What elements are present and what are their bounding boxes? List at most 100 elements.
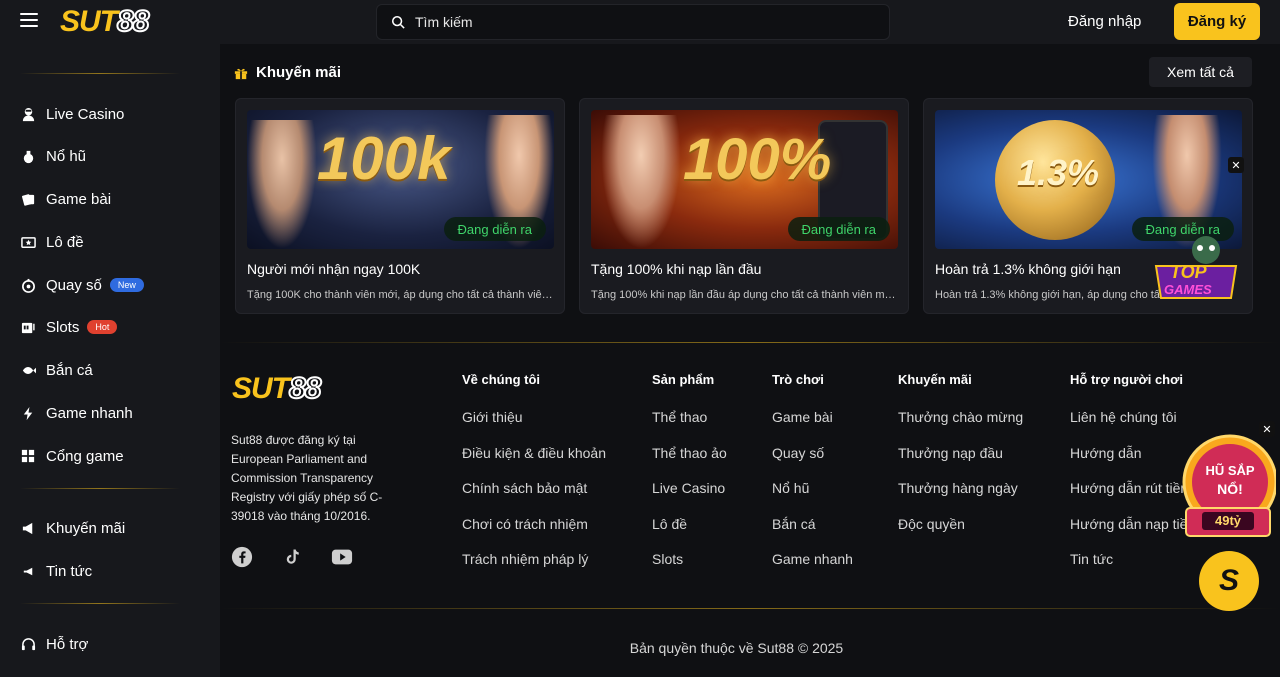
sidebar-item-label: Cổng game [46, 447, 124, 465]
site-logo[interactable]: SUT 88 [60, 4, 150, 39]
footer-link[interactable]: Thể thao ảo [652, 445, 727, 481]
login-link[interactable]: Đăng nhập [1068, 13, 1141, 30]
top-games-text: GAMES [1164, 282, 1212, 297]
sidebar-item-label: Game bài [46, 190, 112, 208]
jackpot-widget[interactable]: HŨ SẮP NỔ! 49tỷ [1180, 434, 1278, 544]
sidebar-divider [20, 488, 180, 489]
youtube-icon[interactable] [331, 546, 353, 568]
footer-col-games: Trò chơi Game bài Quay số Nổ hũ Bắn cá G… [772, 372, 853, 587]
footer-col-heading: Khuyến mãi [898, 372, 972, 387]
sidebar-item-ho-tro[interactable]: Hỗ trợ [20, 632, 88, 656]
footer-link[interactable]: Trách nhiệm pháp lý [462, 551, 606, 587]
footer-link[interactable]: Hướng dẫn rút tiền [1070, 480, 1195, 516]
lottery-ball-icon [20, 277, 36, 293]
sut-s-button[interactable]: S [1199, 551, 1259, 611]
main-content: Khuyến mãi Xem tất cả 100k Đang diễn ra … [220, 44, 1280, 677]
sidebar-item-lo-de[interactable]: Lô đề [20, 230, 84, 254]
footer-link[interactable]: Nổ hũ [772, 480, 853, 516]
promo-card[interactable]: 100k Đang diễn ra Người mới nhận ngay 10… [235, 98, 565, 314]
lightning-icon [20, 405, 36, 421]
see-all-button[interactable]: Xem tất cả [1149, 57, 1252, 87]
promo-card-desc: Tặng 100% khi nạp lần đầu áp dụng cho tấ… [591, 289, 898, 301]
sidebar-item-label: Quay số [46, 276, 102, 294]
lottery-ticket-icon [20, 234, 36, 250]
footer-col-heading: Trò chơi [772, 372, 824, 387]
new-badge: New [109, 278, 144, 292]
footer-col-products: Sản phẩm Thể thao Thể thao ảo Live Casin… [652, 372, 727, 587]
footer-link[interactable]: Lô đề [652, 516, 727, 552]
promo-banner-image: 100k Đang diễn ra [247, 110, 554, 249]
sidebar-item-label: Tin tức [46, 562, 93, 580]
promo-card[interactable]: 100% Đang diễn ra Tặng 100% khi nạp lần … [579, 98, 909, 314]
copyright-text: Bản quyền thuộc về Sut88 © 2025 [629, 640, 844, 656]
promotions-title-text: Khuyến mãi [256, 64, 342, 81]
logo-text-88: 88 [288, 371, 322, 406]
promo-banner-image: 100% Đang diễn ra [591, 110, 898, 249]
register-button[interactable]: Đăng ký [1174, 3, 1260, 40]
footer-link[interactable]: Thưởng chào mừng [898, 409, 1023, 445]
footer-link[interactable]: Độc quyền [898, 516, 1023, 552]
promo-banner-image: 1.3% Đang diễn ra [935, 110, 1242, 249]
logo-text-88: 88 [116, 4, 150, 39]
footer-link[interactable]: Giới thiệu [462, 409, 606, 445]
facebook-icon[interactable] [231, 546, 253, 568]
promo-model-figure [247, 120, 317, 249]
logo-text-sut: SUT [232, 372, 290, 405]
sidebar-item-live-casino[interactable]: Live Casino [20, 102, 124, 126]
news-icon [20, 563, 36, 579]
search-input[interactable] [415, 14, 835, 30]
sidebar-item-label: Khuyến mãi [46, 519, 126, 537]
hot-badge: Hot [87, 320, 118, 334]
sidebar-item-game-nhanh[interactable]: Game nhanh [20, 401, 133, 425]
promo-model-figure [601, 115, 681, 249]
top-games-widget[interactable]: TOP GAMES [1146, 236, 1246, 306]
footer-link[interactable]: Thể thao [652, 409, 727, 445]
sidebar-item-cong-game[interactable]: Cổng game [20, 444, 124, 468]
promo-card-desc: Tặng 100K cho thành viên mới, áp dụng ch… [247, 289, 554, 301]
footer-divider [220, 342, 1280, 343]
jackpot-text: NỔ! [1217, 481, 1243, 497]
promo-banner-text: 1.3% [1017, 152, 1100, 193]
sidebar-item-quay-so[interactable]: Quay số New [20, 273, 144, 297]
sidebar-item-no-hu[interactable]: Nổ hũ [20, 144, 86, 168]
slot-machine-icon [20, 319, 36, 335]
app-root: SUT88 Đăng nhập Đăng ký Live Casino Nổ h… [0, 0, 1280, 677]
footer-link[interactable]: Hướng dẫn nạp tiền [1070, 516, 1195, 552]
close-icon[interactable]: ✕ [1228, 157, 1244, 173]
sidebar-item-tin-tuc[interactable]: Tin tức [20, 559, 92, 583]
footer-col-promotions: Khuyến mãi Thưởng chào mừng Thưởng nạp đ… [898, 372, 1023, 551]
footer-logo[interactable]: SUT88 [232, 371, 322, 406]
footer-link[interactable]: Chính sách bảo mật [462, 480, 606, 516]
jackpot-text: HŨ SẮP [1205, 463, 1255, 478]
sidebar-item-ban-ca[interactable]: Bắn cá [20, 358, 93, 382]
tiktok-icon[interactable] [281, 546, 303, 568]
footer-link[interactable]: Game nhanh [772, 551, 853, 587]
footer-link[interactable]: Chơi có trách nhiệm [462, 516, 606, 552]
hamburger-menu-icon[interactable] [20, 13, 38, 29]
footer-link[interactable]: Thưởng hàng ngày [898, 480, 1023, 516]
top-games-text: TOP [1170, 262, 1207, 282]
footer-link[interactable]: Hướng dẫn [1070, 445, 1195, 481]
sidebar-item-label: Game nhanh [46, 404, 133, 422]
footer-link[interactable]: Live Casino [652, 480, 727, 516]
sidebar: Live Casino Nổ hũ Game bài Lô đề Quay số… [0, 44, 220, 677]
sidebar-item-game-bai[interactable]: Game bài [20, 187, 111, 211]
footer-link[interactable]: Game bài [772, 409, 853, 445]
footer-link[interactable]: Liên hệ chúng tôi [1070, 409, 1195, 445]
footer-link[interactable]: Tin tức [1070, 551, 1195, 587]
footer-link[interactable]: Slots [652, 551, 727, 587]
megaphone-icon [20, 520, 36, 536]
top-header: SUT88 Đăng nhập Đăng ký [0, 0, 1280, 44]
sidebar-item-khuyen-mai[interactable]: Khuyến mãi [20, 516, 125, 540]
footer-link[interactable]: Thưởng nạp đầu [898, 445, 1023, 481]
search-box[interactable] [376, 4, 890, 40]
footer-link[interactable]: Điều kiện & điều khoản [462, 445, 606, 481]
footer-link[interactable]: Quay số [772, 445, 853, 481]
jackpot-amount: 49tỷ [1214, 513, 1242, 528]
casino-dealer-icon [20, 106, 36, 122]
sidebar-item-slots[interactable]: Slots Hot [20, 315, 118, 339]
footer-col-heading: Sản phẩm [652, 372, 715, 387]
search-icon [391, 15, 405, 29]
status-badge: Đang diễn ra [787, 217, 890, 241]
footer-link[interactable]: Bắn cá [772, 516, 853, 552]
